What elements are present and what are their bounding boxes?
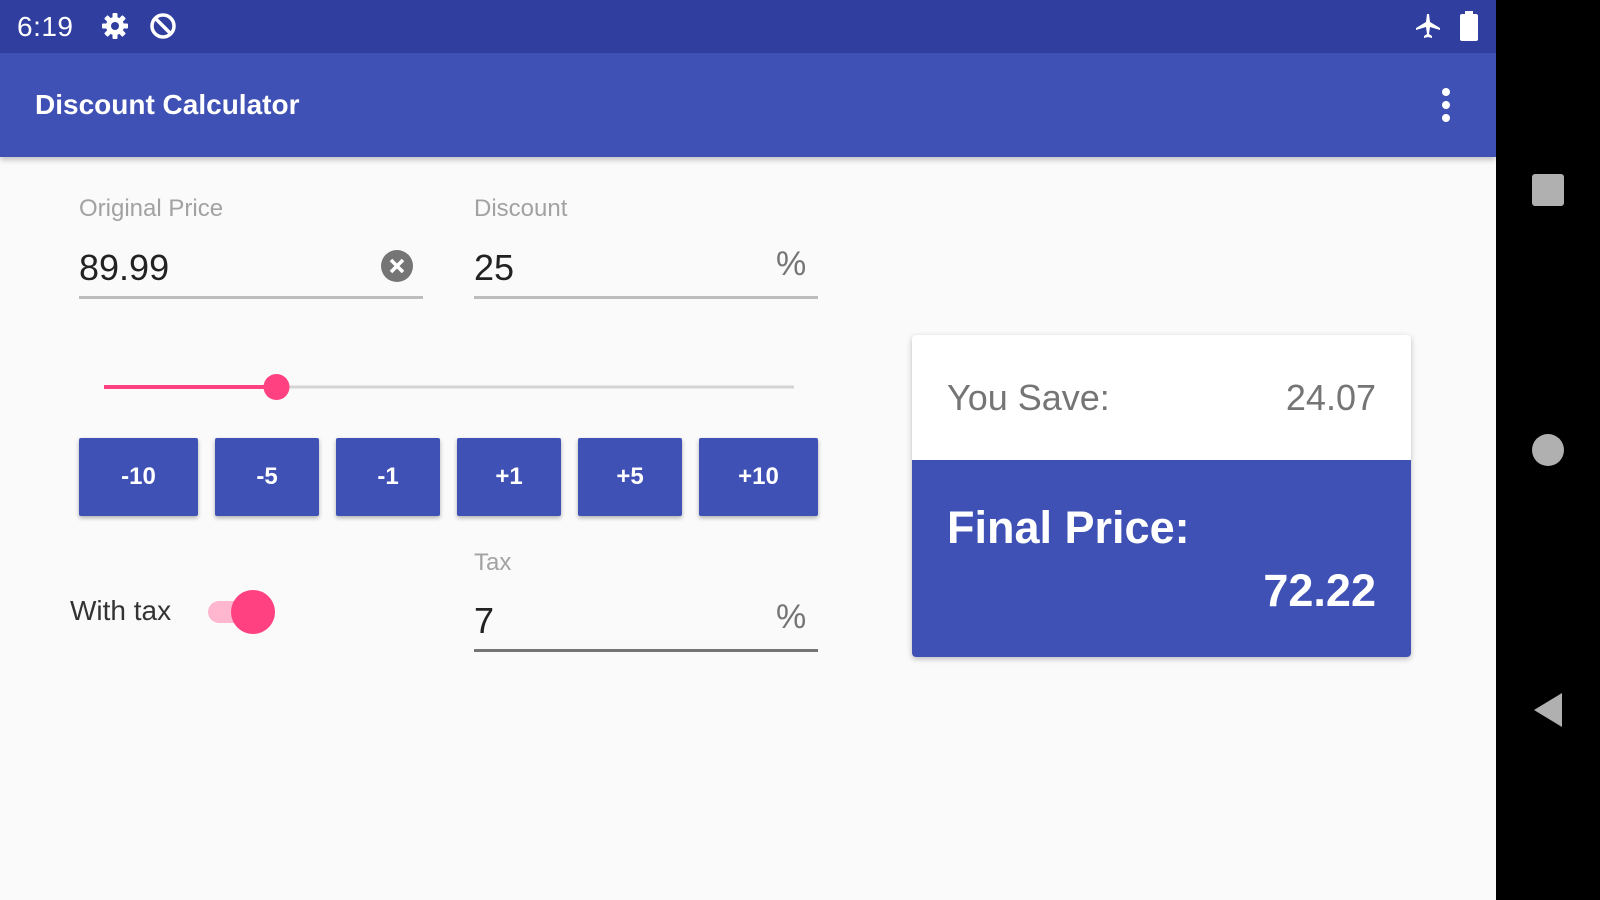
you-save-value: 24.07 — [1285, 377, 1376, 418]
more-vert-icon[interactable] — [1432, 83, 1460, 127]
app-title: Discount Calculator — [35, 89, 300, 120]
status-time: 6:19 — [17, 11, 74, 42]
result-card: You Save: 24.07 Final Price: 72.22 — [912, 335, 1411, 657]
original-price-underline — [79, 296, 423, 299]
app-bar: Discount Calculator — [0, 53, 1496, 157]
original-price-label: Original Price — [79, 195, 224, 222]
battery-icon — [1458, 11, 1480, 41]
final-price-label: Final Price: — [947, 502, 1190, 553]
tax-input[interactable]: 7 — [474, 600, 494, 642]
navigation-bar — [1496, 0, 1600, 900]
gear-icon — [100, 11, 130, 41]
with-tax-switch[interactable] — [204, 585, 280, 637]
final-price-value: 72.22 — [1263, 565, 1376, 616]
final-price-panel: Final Price: 72.22 — [912, 460, 1411, 657]
status-bar: 6:19 — [0, 0, 1496, 53]
back-triangle-icon[interactable] — [1528, 690, 1568, 730]
clear-circle-icon[interactable] — [380, 249, 414, 283]
with-tax-label: With tax — [70, 595, 172, 626]
minus-1-button[interactable]: -1 — [336, 438, 440, 516]
tax-percent-suffix: % — [776, 598, 807, 636]
sync-disabled-icon — [148, 11, 178, 41]
plus-10-button[interactable]: +10 — [699, 438, 818, 516]
tax-label: Tax — [474, 549, 512, 576]
plus-1-button[interactable]: +1 — [457, 438, 561, 516]
discount-label: Discount — [474, 195, 568, 222]
discount-percent-suffix: % — [776, 245, 807, 283]
slider-thumb — [263, 374, 290, 400]
tax-underline — [474, 649, 818, 652]
original-price-input[interactable]: 89.99 — [79, 247, 169, 289]
plus-5-button[interactable]: +5 — [578, 438, 682, 516]
discount-slider[interactable] — [104, 364, 794, 410]
discount-underline — [474, 296, 818, 299]
recents-square-icon[interactable] — [1528, 170, 1568, 210]
you-save-label: You Save: — [947, 377, 1110, 418]
discount-input[interactable]: 25 — [474, 247, 514, 289]
airplane-icon — [1413, 11, 1443, 41]
minus-5-button[interactable]: -5 — [215, 438, 319, 516]
minus-10-button[interactable]: -10 — [79, 438, 198, 516]
home-circle-icon[interactable] — [1528, 430, 1568, 470]
